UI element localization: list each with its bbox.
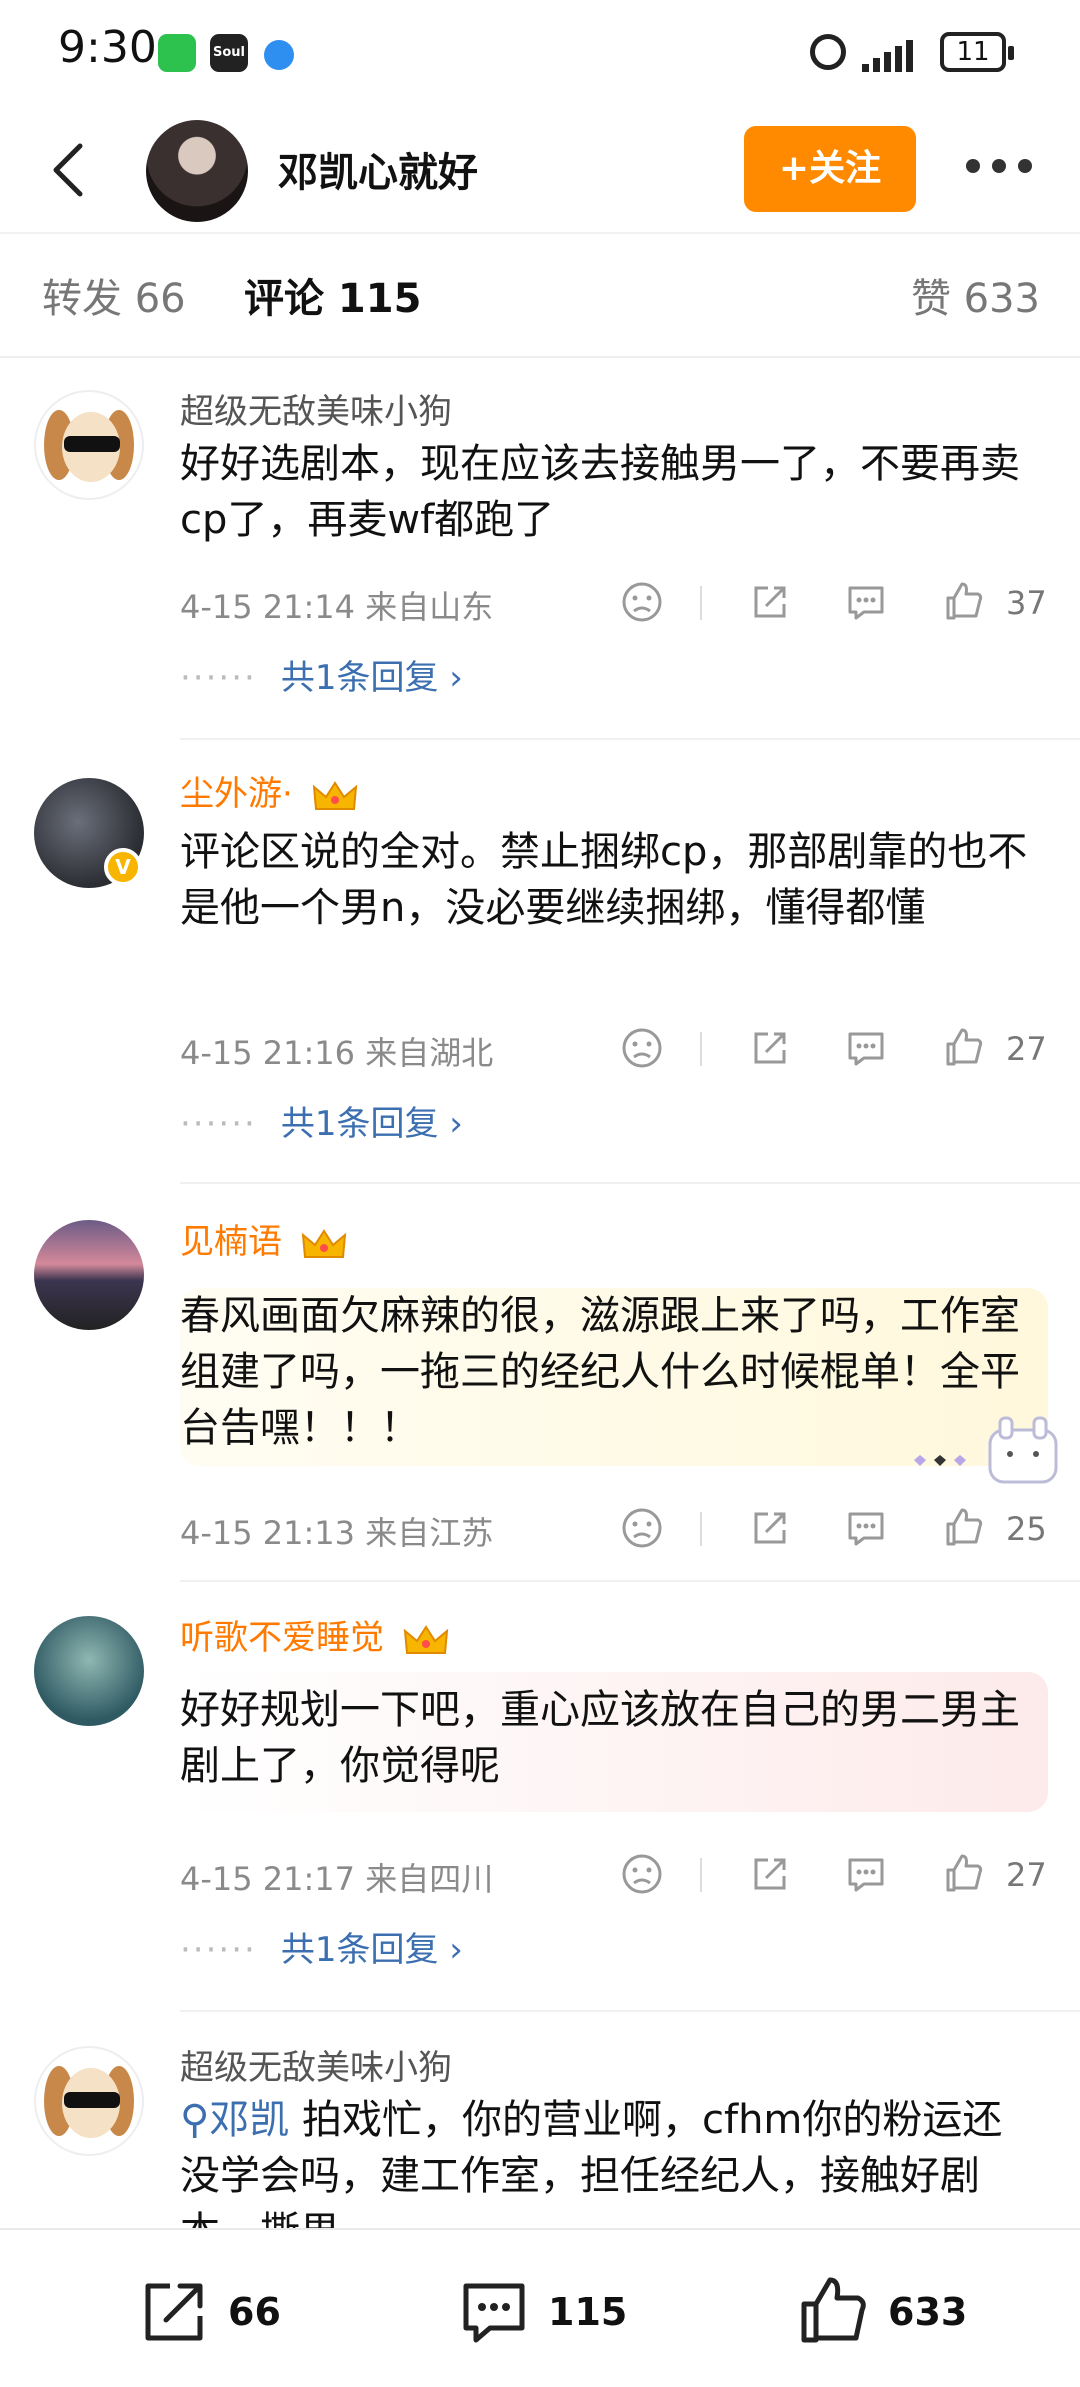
commenter-name[interactable]: 听歌不爱睡觉 bbox=[180, 1610, 449, 1659]
back-arrow-icon[interactable] bbox=[40, 140, 100, 200]
verified-badge-icon: V bbox=[104, 848, 142, 886]
tab-comments[interactable]: 评论 115 bbox=[244, 266, 421, 324]
divider bbox=[700, 1858, 702, 1892]
wechat-icon bbox=[158, 34, 196, 72]
bunny-sticker-icon bbox=[914, 1416, 1058, 1484]
like-count-total: 633 bbox=[888, 2290, 968, 2334]
alarm-icon bbox=[810, 34, 846, 70]
reply-icon[interactable] bbox=[844, 1852, 888, 1896]
follow-button[interactable]: +关注 bbox=[744, 126, 916, 212]
like-icon bbox=[801, 2277, 866, 2343]
comment-time: 4-15 21:13 来自江苏 bbox=[180, 1514, 494, 1552]
reply-icon[interactable] bbox=[844, 1506, 888, 1550]
like-count: 37 bbox=[1006, 584, 1047, 622]
commenter-avatar[interactable] bbox=[34, 1616, 144, 1726]
comment-button[interactable]: 115 bbox=[456, 2274, 627, 2350]
battery-icon: 11 bbox=[940, 32, 1014, 72]
dislike-icon[interactable] bbox=[620, 1026, 664, 1070]
comment-text: 评论区说的全对。禁止捆绑cp，那部剧靠的也不是他一个男n，没必要继续捆绑，懂得都… bbox=[180, 829, 1028, 931]
comment-meta: 4-15 21:16 来自湖北 27 bbox=[180, 1024, 1050, 1074]
comment-item: 超级无敌美味小狗 ⚲邓凯 拍戏忙，你的营业啊，cfhm你的粉运还没学会吗，建工作… bbox=[0, 2036, 1080, 2228]
page-title[interactable]: 邓凯心就好 bbox=[278, 140, 478, 198]
reply-icon[interactable] bbox=[844, 1026, 888, 1070]
commenter-avatar[interactable] bbox=[34, 1220, 144, 1330]
comment-time: 4-15 21:17 来自四川 bbox=[180, 1860, 494, 1898]
share-icon[interactable] bbox=[748, 580, 792, 624]
mention-link[interactable]: ⚲邓凯 bbox=[180, 2097, 289, 2143]
like-icon[interactable] bbox=[942, 1026, 986, 1070]
share-icon[interactable] bbox=[748, 1026, 792, 1070]
dislike-icon[interactable] bbox=[620, 1506, 664, 1550]
share-icon[interactable] bbox=[748, 1852, 792, 1896]
comment-text: ⚲邓凯 拍戏忙，你的营业啊，cfhm你的粉运还没学会吗，建工作室，担任经纪人，接… bbox=[180, 2097, 1003, 2228]
divider bbox=[700, 1512, 702, 1546]
commenter-avatar[interactable] bbox=[34, 390, 144, 500]
divider bbox=[180, 1580, 1080, 1582]
crown-icon bbox=[403, 1624, 449, 1654]
tab-likes[interactable]: 赞 633 bbox=[911, 266, 1040, 324]
like-count: 27 bbox=[1006, 1030, 1047, 1068]
divider bbox=[180, 738, 1080, 740]
view-replies-link[interactable]: ······ 共1条回复 › bbox=[180, 650, 463, 699]
status-time: 9:30 bbox=[58, 22, 157, 73]
comment-meta: 4-15 21:17 来自四川 27 bbox=[180, 1850, 1050, 1900]
like-icon[interactable] bbox=[942, 1506, 986, 1550]
bottom-action-bar: 66 115 633 bbox=[0, 2228, 1080, 2387]
commenter-name[interactable]: 超级无敌美味小狗 bbox=[180, 384, 452, 433]
reply-icon[interactable] bbox=[844, 580, 888, 624]
like-icon[interactable] bbox=[942, 580, 986, 624]
header: 邓凯心就好 +关注 bbox=[0, 110, 1080, 230]
divider bbox=[180, 2010, 1080, 2012]
signal-icon bbox=[862, 38, 922, 72]
like-count: 25 bbox=[1006, 1510, 1047, 1548]
repost-count: 66 bbox=[228, 2290, 281, 2334]
divider bbox=[700, 586, 702, 620]
status-bar: 9:30 Soul 11 bbox=[0, 0, 1080, 110]
view-replies-link[interactable]: ······ 共1条回复 › bbox=[180, 1096, 463, 1145]
comment-meta: 4-15 21:14 来自山东 37 bbox=[180, 578, 1050, 628]
commenter-name[interactable]: 见楠语 bbox=[180, 1214, 347, 1263]
user-avatar[interactable] bbox=[146, 120, 248, 222]
share-icon[interactable] bbox=[748, 1506, 792, 1550]
tab-bar: 转发 66 评论 115 赞 633 bbox=[0, 232, 1080, 358]
more-options-icon[interactable] bbox=[966, 156, 1032, 176]
like-icon[interactable] bbox=[942, 1852, 986, 1896]
comment-icon bbox=[463, 2283, 525, 2343]
crown-icon bbox=[301, 1228, 347, 1258]
comment-time: 4-15 21:16 来自湖北 bbox=[180, 1034, 494, 1072]
commenter-name[interactable]: 尘外游· bbox=[180, 766, 358, 815]
tab-repost[interactable]: 转发 66 bbox=[42, 266, 186, 324]
crown-icon bbox=[312, 780, 357, 810]
divider bbox=[180, 1182, 1080, 1184]
comment-time: 4-15 21:14 来自山东 bbox=[180, 588, 494, 626]
divider bbox=[700, 1032, 702, 1066]
dislike-icon[interactable] bbox=[620, 1852, 664, 1896]
like-count: 27 bbox=[1006, 1856, 1047, 1894]
commenter-avatar[interactable] bbox=[34, 2046, 144, 2156]
soul-icon: Soul bbox=[210, 34, 248, 72]
repost-button[interactable]: 66 bbox=[136, 2274, 281, 2350]
view-replies-link[interactable]: ······ 共1条回复 › bbox=[180, 1922, 463, 1971]
dislike-icon[interactable] bbox=[620, 580, 664, 624]
comment-meta: 4-15 21:13 来自江苏 25 bbox=[180, 1504, 1050, 1554]
comment-text: 好好选剧本，现在应该去接触男一了，不要再卖cp了，再麦wf都跑了 bbox=[180, 441, 1020, 543]
commenter-name[interactable]: 超级无敌美味小狗 bbox=[180, 2040, 452, 2089]
comment-count: 115 bbox=[548, 2290, 628, 2334]
comment-text: 好好规划一下吧，重心应该放在自己的男二男主剧上了，你觉得呢 bbox=[180, 1672, 1048, 1812]
like-button[interactable]: 633 bbox=[796, 2274, 967, 2350]
repost-icon bbox=[145, 2283, 203, 2341]
browser-icon bbox=[264, 40, 294, 70]
